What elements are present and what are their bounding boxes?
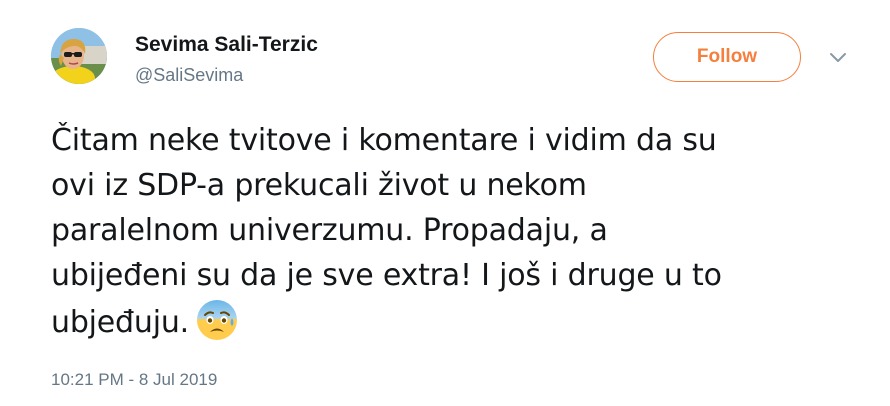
chevron-down-icon[interactable] [826,50,850,66]
tweet-line: ubjeđuju. [51,305,189,340]
tweet-line: paralelnom univerzumu. Propadaju, a [51,213,608,248]
follow-button[interactable]: Follow [653,32,801,82]
avatar[interactable] [51,28,107,84]
anxious-face-with-sweat-icon [197,300,237,340]
author-handle[interactable]: @SaliSevima [135,63,318,87]
tweet-line: ovi iz SDP-a prekucali život u nekom [51,168,587,203]
tweet-line: ubijeđeni su da je sve extra! I još i dr… [51,258,722,293]
author-info: Sevima Sali-Terzic @SaliSevima [135,32,318,87]
tweet-line: Čitam neke tvitove i komentare i vidim d… [51,123,717,158]
tweet-text: Čitam neke tvitove i komentare i vidim d… [51,118,851,345]
tweet-timestamp[interactable]: 10:21 PM - 8 Jul 2019 [51,370,217,390]
author-name[interactable]: Sevima Sali-Terzic [135,32,318,58]
avatar-image [51,28,107,84]
tweet-last-line: ubjeđuju. [51,298,851,345]
